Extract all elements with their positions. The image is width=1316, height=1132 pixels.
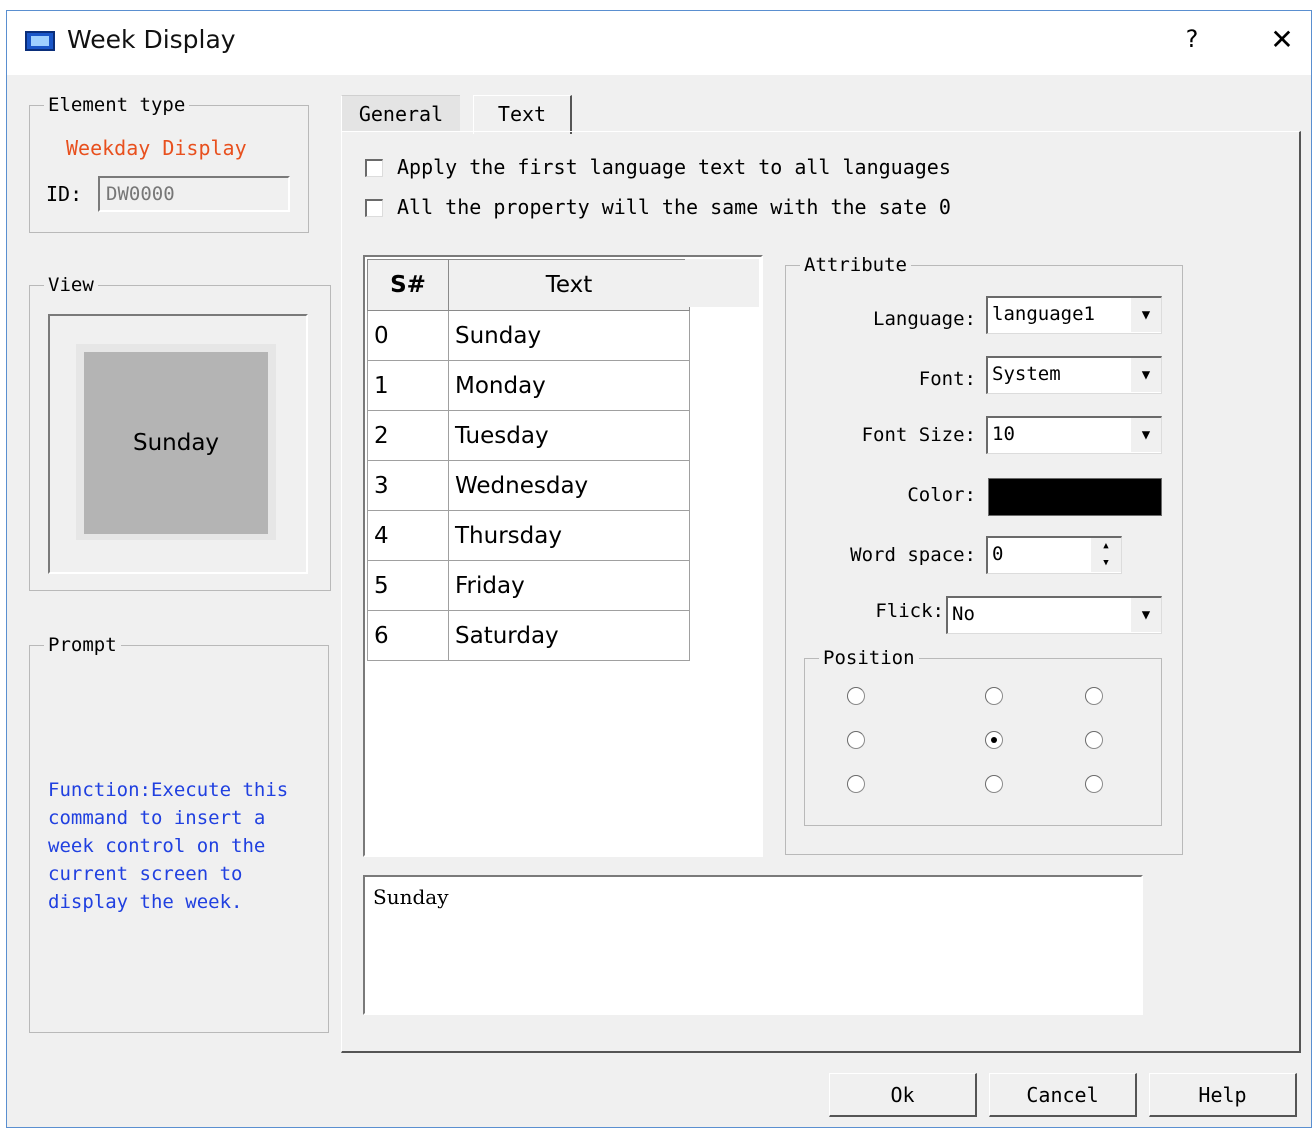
view-legend: View: [44, 273, 98, 297]
row-text[interactable]: Tuesday: [448, 410, 690, 461]
position-top-center-radio[interactable]: [985, 687, 1003, 705]
position-bottom-left-radio[interactable]: [847, 775, 865, 793]
row-text[interactable]: Saturday: [448, 610, 690, 661]
font-size-value: 10: [992, 423, 1015, 445]
table-row[interactable]: 3 Wednesday: [367, 460, 690, 511]
element-type-group: Element type Weekday Display ID: DW0000: [29, 93, 309, 233]
id-field: DW0000: [98, 176, 290, 212]
dialog-window: Week Display ? ✕ Element type Weekday Di…: [6, 10, 1312, 1128]
flick-select[interactable]: No ▼: [946, 596, 1162, 634]
spin-down-icon[interactable]: ▼: [1091, 555, 1121, 572]
position-legend: Position: [819, 646, 919, 670]
row-index: 4: [367, 510, 449, 561]
position-middle-center-radio[interactable]: [985, 731, 1003, 749]
cancel-button[interactable]: Cancel: [989, 1073, 1137, 1117]
row-text[interactable]: Thursday: [448, 510, 690, 561]
font-select[interactable]: System ▼: [986, 356, 1162, 394]
language-select[interactable]: language1 ▼: [986, 296, 1162, 334]
row-index: 5: [367, 560, 449, 611]
prompt-text: Function:Execute this command to insert …: [48, 776, 288, 916]
row-index: 2: [367, 410, 449, 461]
table-row[interactable]: 2 Tuesday: [367, 410, 690, 461]
prompt-group: Prompt Function:Execute this command to …: [29, 633, 329, 1033]
tab-general[interactable]: General: [341, 95, 460, 132]
prompt-line: display the week.: [48, 891, 243, 913]
flick-value: No: [952, 603, 975, 625]
title-bar: Week Display ? ✕: [7, 11, 1311, 75]
row-text[interactable]: Monday: [448, 360, 690, 411]
close-icon[interactable]: ✕: [1267, 23, 1297, 56]
word-space-value: 0: [992, 543, 1004, 565]
color-swatch[interactable]: [988, 478, 1162, 516]
grid-header-filler: [685, 259, 759, 307]
help-button[interactable]: Help: [1149, 1073, 1297, 1117]
table-row[interactable]: 1 Monday: [367, 360, 690, 411]
apply-first-language-checkbox[interactable]: [365, 159, 383, 177]
chevron-down-icon[interactable]: ▼: [1130, 358, 1161, 392]
prompt-line: Function:Execute this: [48, 779, 289, 801]
apply-first-language-label: Apply the first language text to all lan…: [397, 155, 951, 179]
attribute-legend: Attribute: [800, 253, 911, 277]
position-group: Position: [804, 646, 1162, 826]
prompt-line: week control on the: [48, 835, 266, 857]
header-s-number[interactable]: S#: [367, 259, 449, 311]
font-size-label: Font Size:: [861, 424, 976, 446]
attribute-group: Attribute Language: language1 ▼ Font: Sy…: [785, 253, 1183, 855]
position-bottom-right-radio[interactable]: [1085, 775, 1103, 793]
same-property-checkbox[interactable]: [365, 199, 383, 217]
chevron-down-icon[interactable]: ▼: [1130, 598, 1161, 632]
header-text[interactable]: Text: [448, 259, 690, 311]
word-space-spinner[interactable]: 0 ▲ ▼: [986, 536, 1122, 574]
chevron-down-icon[interactable]: ▼: [1130, 298, 1161, 332]
weekday-preview: Sunday: [84, 352, 268, 534]
word-space-label: Word space:: [850, 544, 976, 566]
id-label: ID:: [46, 182, 83, 206]
table-row[interactable]: 5 Friday: [367, 560, 690, 611]
window-title: Week Display: [67, 25, 236, 54]
position-middle-right-radio[interactable]: [1085, 731, 1103, 749]
row-text[interactable]: Wednesday: [448, 460, 690, 511]
row-text[interactable]: Friday: [448, 560, 690, 611]
spin-up-icon[interactable]: ▲: [1091, 538, 1121, 556]
text-table: S# Text 0 Sunday 1 Monday 2 Tuesday 3 Wednes…: [367, 259, 690, 661]
row-index: 0: [367, 310, 449, 361]
row-text[interactable]: Sunday: [448, 310, 690, 361]
table-row[interactable]: 6 Saturday: [367, 610, 690, 661]
position-bottom-center-radio[interactable]: [985, 775, 1003, 793]
table-row[interactable]: 0 Sunday: [367, 310, 690, 361]
prompt-line: command to insert a: [48, 807, 266, 829]
hmi-app-icon: [25, 31, 55, 51]
prompt-legend: Prompt: [44, 633, 121, 657]
text-grid: S# Text 0 Sunday 1 Monday 2 Tuesday 3 Wednes…: [363, 255, 763, 857]
row-index: 1: [367, 360, 449, 411]
table-row[interactable]: 4 Thursday: [367, 510, 690, 561]
language-value: language1: [992, 303, 1095, 325]
view-preview-frame: Sunday: [48, 314, 308, 574]
text-edit-area[interactable]: Sunday: [363, 875, 1143, 1015]
prompt-line: current screen to: [48, 863, 243, 885]
language-label: Language:: [873, 308, 976, 330]
row-index: 6: [367, 610, 449, 661]
view-group: View Sunday: [29, 273, 331, 591]
help-icon[interactable]: ?: [1177, 25, 1207, 55]
position-top-left-radio[interactable]: [847, 687, 865, 705]
font-label: Font:: [918, 368, 976, 390]
chevron-down-icon[interactable]: ▼: [1130, 418, 1161, 452]
element-type-name: Weekday Display: [66, 136, 247, 160]
row-index: 3: [367, 460, 449, 511]
color-label: Color:: [907, 484, 976, 506]
element-type-legend: Element type: [44, 93, 190, 117]
same-property-label: All the property will the same with the …: [397, 195, 951, 219]
font-size-select[interactable]: 10 ▼: [986, 416, 1162, 454]
font-value: System: [992, 363, 1061, 385]
position-top-right-radio[interactable]: [1085, 687, 1103, 705]
flick-label: Flick:: [875, 600, 944, 622]
ok-button[interactable]: Ok: [829, 1073, 977, 1117]
tab-text[interactable]: Text: [473, 95, 572, 134]
preview-bevel: Sunday: [76, 344, 276, 540]
position-middle-left-radio[interactable]: [847, 731, 865, 749]
